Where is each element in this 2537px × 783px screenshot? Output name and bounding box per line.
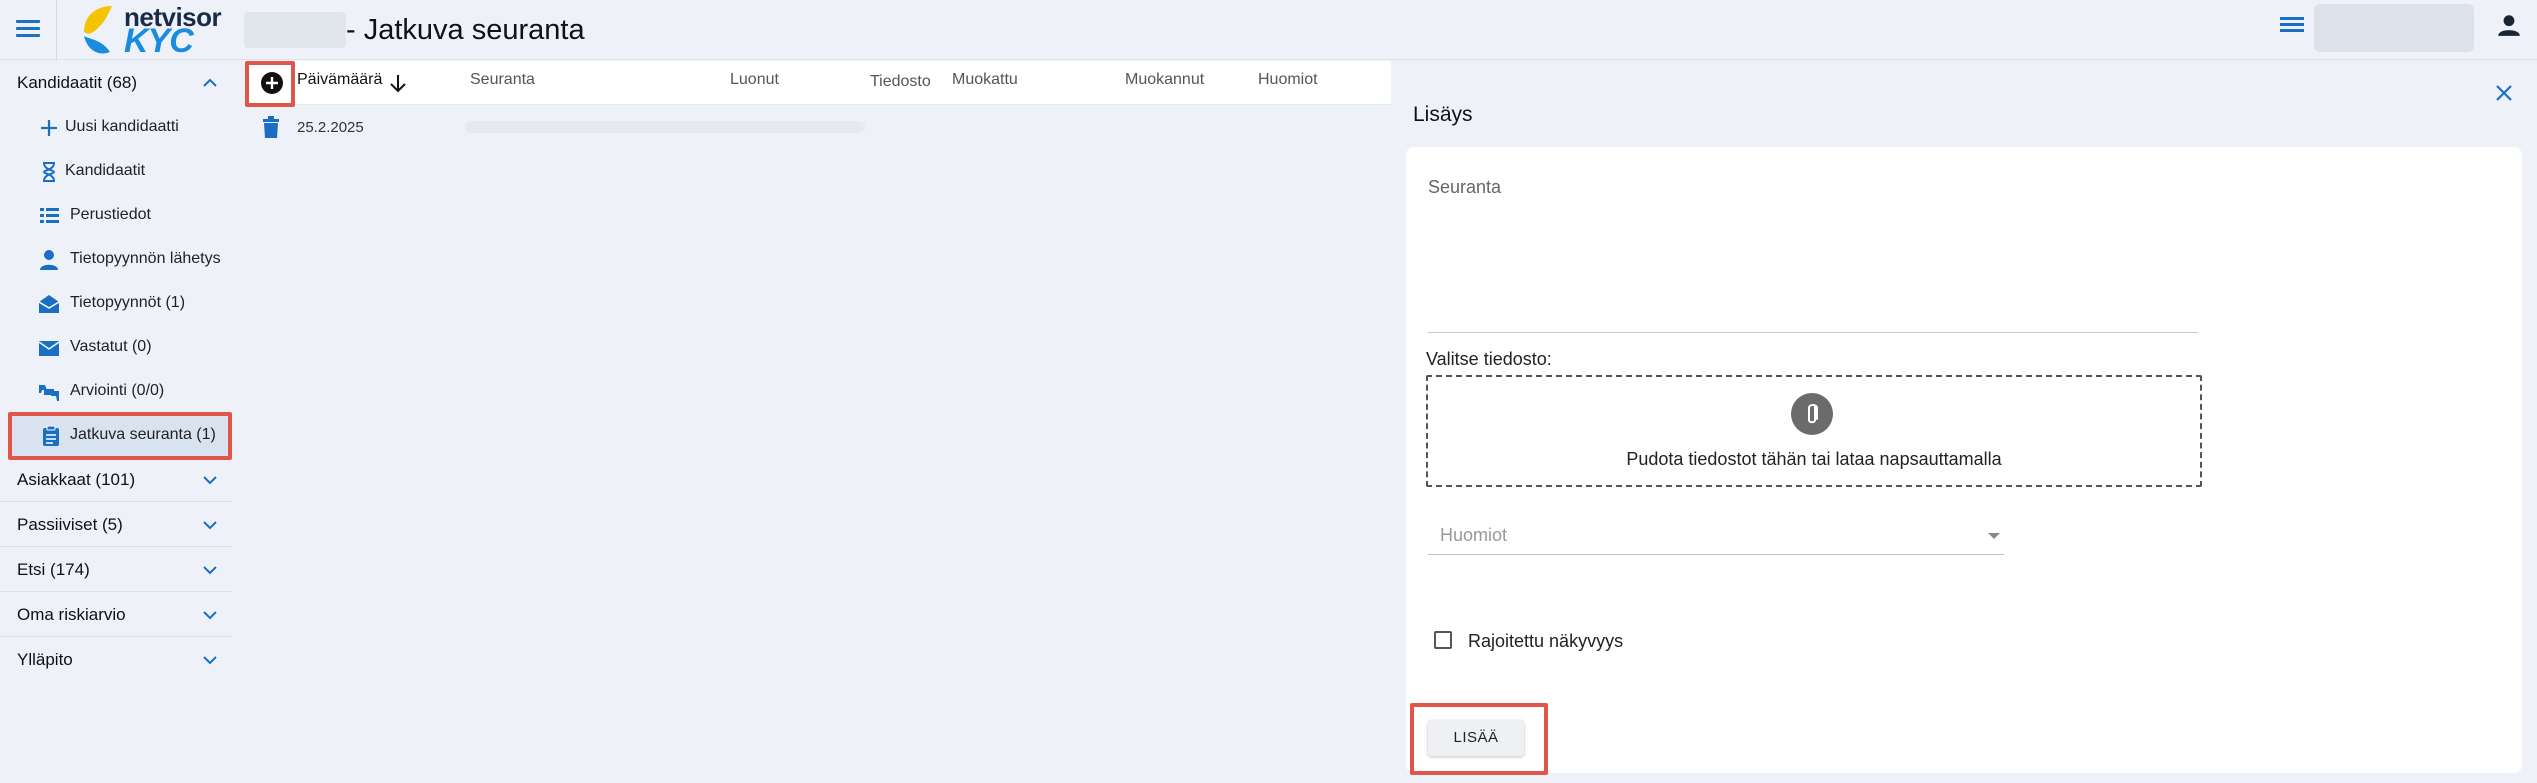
table-header: Päivämäärä Seuranta Luonut Tiedosto Muok…: [245, 61, 1391, 105]
sidebar-item-label: Arviointi (0/0): [70, 382, 165, 399]
restricted-visibility-checkbox[interactable]: [1434, 631, 1452, 649]
sidebar-item-label: Vastatut (0): [70, 338, 152, 355]
section-label: Etsi (174): [17, 560, 90, 579]
person-icon: [40, 250, 58, 270]
sidebar-section-yllapito[interactable]: Ylläpito: [0, 638, 232, 682]
highlight-frame: [245, 61, 295, 107]
sidebar-section-oma-riskiarvio[interactable]: Oma riskiarvio: [0, 593, 232, 637]
dropzone-text: Pudota tiedostot tähän tai lataa napsaut…: [1626, 449, 2002, 469]
user-icon[interactable]: [2496, 12, 2522, 38]
open-mail-icon: [38, 295, 60, 313]
chevron-down-icon: [203, 476, 217, 485]
plus-icon: [41, 120, 57, 136]
sidebar-item-tietopyynnot[interactable]: Tietopyynnöt (1): [0, 281, 232, 325]
page-title: - Jatkuva seuranta: [346, 14, 585, 46]
panel-title: Lisäys: [1413, 103, 1473, 126]
column-header-tiedosto[interactable]: Tiedosto: [870, 73, 931, 91]
highlight-frame: [8, 412, 232, 460]
sidebar-section-kandidaatit[interactable]: Kandidaatit (68): [0, 61, 232, 105]
sidebar-section-asiakkaat[interactable]: Asiakkaat (101): [0, 458, 232, 502]
thumbs-icon: [39, 385, 59, 401]
sidebar-section-passiiviset[interactable]: Passiiviset (5): [0, 503, 232, 547]
chevron-down-icon: [203, 611, 217, 620]
sidebar-item-label: Tietopyynnöt (1): [70, 294, 186, 311]
section-label: Passiiviset (5): [17, 515, 123, 534]
redacted-title: [244, 12, 346, 48]
followup-table: Päivämäärä Seuranta Luonut Tiedosto Muok…: [245, 61, 1391, 783]
sidebar-item-label: Kandidaatit: [65, 162, 146, 179]
paperclip-icon: [1791, 393, 1833, 435]
logo[interactable]: netvisor KYC: [78, 2, 222, 60]
seuranta-underline: [1428, 332, 2198, 333]
list-menu-icon[interactable]: [2280, 14, 2304, 38]
dropdown-arrow-icon: [1988, 533, 2000, 539]
mail-icon: [38, 341, 60, 356]
redacted-row-content: [465, 121, 865, 133]
logo-product: KYC: [124, 22, 194, 60]
list-icon: [40, 208, 59, 223]
huomiot-placeholder: Huomiot: [1440, 525, 1508, 545]
close-icon[interactable]: [2492, 81, 2516, 105]
highlight-frame: [1410, 703, 1548, 775]
sidebar-item-label: Uusi kandidaatti: [65, 118, 179, 135]
sidebar-item-vastatut[interactable]: Vastatut (0): [0, 325, 232, 369]
column-header-muokannut[interactable]: Muokannut: [1125, 71, 1204, 89]
sidebar-item-tietopyynnon-lahetys[interactable]: Tietopyynnön lähetys: [0, 237, 232, 281]
chevron-up-icon: [203, 78, 217, 87]
sidebar-item-arviointi[interactable]: Arviointi (0/0): [0, 369, 232, 413]
chevron-down-icon: [203, 521, 217, 530]
sidebar-item-kandidaatit[interactable]: Kandidaatit: [0, 149, 232, 193]
top-bar: netvisor KYC - Jatkuva seuranta: [0, 0, 2537, 60]
arrow-down-icon[interactable]: [387, 72, 409, 94]
table-row[interactable]: 25.2.2025: [245, 106, 1391, 150]
column-header-date[interactable]: Päivämäärä: [297, 71, 382, 89]
sidebar-item-perustiedot[interactable]: Perustiedot: [0, 193, 232, 237]
section-label: Asiakkaat (101): [17, 470, 136, 489]
file-label: Valitse tiedosto:: [1426, 349, 1552, 369]
divider: [56, 0, 57, 60]
row-date: 25.2.2025: [297, 119, 364, 136]
chevron-down-icon: [203, 566, 217, 575]
seuranta-textarea[interactable]: Seuranta: [1428, 177, 1501, 198]
chevron-down-icon: [203, 656, 217, 665]
logo-mark-icon: [84, 6, 112, 54]
sidebar-item-label: Tietopyynnön lähetys: [70, 250, 221, 267]
redacted-user-name: [2314, 4, 2474, 52]
hourglass-icon: [42, 162, 56, 182]
add-panel: Lisäys Seuranta Valitse tiedosto: Pudota…: [1392, 61, 2537, 783]
huomiot-select[interactable]: Huomiot: [1428, 517, 2004, 555]
column-header-huomiot[interactable]: Huomiot: [1258, 71, 1318, 89]
section-label: Oma riskiarvio: [17, 605, 126, 624]
file-dropzone[interactable]: Pudota tiedostot tähän tai lataa napsaut…: [1426, 375, 2202, 487]
sidebar-item-label: Perustiedot: [70, 206, 151, 223]
sidebar-item-uusi-kandidaatti[interactable]: Uusi kandidaatti: [0, 105, 232, 149]
column-header-luonut[interactable]: Luonut: [730, 71, 779, 89]
menu-icon[interactable]: [14, 16, 42, 44]
section-label: Ylläpito: [17, 650, 73, 669]
sidebar-section-etsi[interactable]: Etsi (174): [0, 548, 232, 592]
column-header-seuranta[interactable]: Seuranta: [470, 71, 535, 89]
trash-icon[interactable]: [261, 116, 281, 138]
checkbox-label: Rajoitettu näkyvyys: [1468, 631, 1624, 651]
section-label: Kandidaatit (68): [17, 73, 138, 92]
sidebar: Kandidaatit (68) Uusi kandidaatti Kandid…: [0, 61, 236, 783]
add-form: Seuranta Valitse tiedosto: Pudota tiedos…: [1406, 147, 2522, 773]
column-header-muokattu[interactable]: Muokattu: [952, 71, 1018, 89]
